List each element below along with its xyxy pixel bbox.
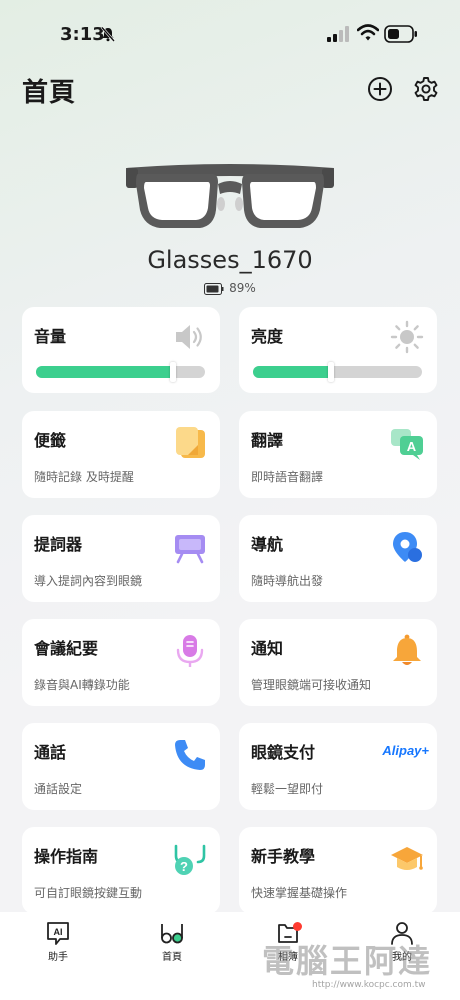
brightness-label: 亮度 <box>251 327 284 346</box>
page-title: 首頁 <box>22 78 77 108</box>
card-subtitle: 可自訂眼鏡按鍵互動 <box>34 886 143 900</box>
card-title: 會議紀要 <box>34 639 99 658</box>
navigation-card[interactable]: 導航 隨時導航出發 <box>239 515 437 602</box>
card-subtitle: 隨時導航出發 <box>251 574 324 588</box>
card-subtitle: 即時語音翻譯 <box>251 470 324 484</box>
svg-text:AI: AI <box>54 927 63 937</box>
sun-icon <box>390 320 424 354</box>
card-title: 新手教學 <box>251 847 316 866</box>
operation-guide-card[interactable]: 操作指南 可自訂眼鏡按鍵互動 ? <box>22 827 220 914</box>
status-bar: 3:13 <box>0 0 460 70</box>
gear-icon[interactable] <box>412 75 440 103</box>
alipay-logo: Alipay+ <box>382 743 429 758</box>
brightness-slider-thumb[interactable] <box>328 362 334 382</box>
meeting-notes-card[interactable]: 會議紀要 錄音與AI轉錄功能 <box>22 619 220 706</box>
card-title: 眼鏡支付 <box>251 743 316 762</box>
watermark-url: http://www.kocpc.com.tw <box>312 980 426 990</box>
notification-card[interactable]: 通知 管理眼鏡端可接收通知 <box>239 619 437 706</box>
glasses-device-image <box>126 164 334 228</box>
status-battery-icon <box>384 25 417 43</box>
phone-icon <box>175 740 205 770</box>
volume-label: 音量 <box>34 327 67 346</box>
tab-home[interactable]: 首頁 <box>142 920 202 963</box>
card-title: 便籤 <box>34 431 67 450</box>
glasses-pay-card[interactable]: 眼鏡支付 輕鬆一望即付 Alipay+ <box>239 723 437 810</box>
help-glasses-icon: ? <box>174 844 206 875</box>
volume-card: 音量 <box>22 307 220 393</box>
card-title: 翻譯 <box>251 431 284 450</box>
tab-label: 助手 <box>48 952 68 963</box>
brightness-slider-fill <box>253 366 331 378</box>
notes-icon <box>176 427 205 458</box>
card-title: 提詞器 <box>34 535 83 554</box>
volume-slider-thumb[interactable] <box>170 362 176 382</box>
teleprompter-card[interactable]: 提詞器 導入提詞內容到眼鏡 <box>22 515 220 602</box>
card-subtitle: 錄音與AI轉錄功能 <box>34 678 130 692</box>
card-title: 通知 <box>251 639 284 658</box>
card-title: 導航 <box>251 535 284 554</box>
svg-text:?: ? <box>180 859 188 874</box>
card-subtitle: 通話設定 <box>34 782 83 796</box>
tutorial-card[interactable]: 新手教學 快速掌握基礎操作 <box>239 827 437 914</box>
notification-dot <box>293 922 302 931</box>
graduation-cap-icon <box>391 847 423 870</box>
translate-card[interactable]: 翻譯 即時語音翻譯 A <box>239 411 437 498</box>
device-battery-percent: 89% <box>229 281 256 295</box>
card-subtitle: 管理眼鏡端可接收通知 <box>251 678 372 692</box>
device-battery: 89% <box>0 281 460 295</box>
volume-slider[interactable] <box>36 362 205 382</box>
card-title: 通話 <box>34 743 67 762</box>
speaker-icon <box>176 325 202 349</box>
wifi-icon <box>357 24 379 41</box>
card-subtitle: 隨時記錄 及時提醒 <box>34 470 134 484</box>
card-title: 操作指南 <box>34 847 99 866</box>
notes-card[interactable]: 便籤 隨時記錄 及時提醒 <box>22 411 220 498</box>
status-time: 3:13 <box>60 24 105 45</box>
brightness-card: 亮度 <box>239 307 437 393</box>
teleprompter-icon <box>175 535 205 564</box>
battery-icon <box>204 282 224 295</box>
card-subtitle: 快速掌握基礎操作 <box>251 886 348 900</box>
tab-assistant[interactable]: AI 助手 <box>28 920 88 963</box>
bottom-tab-bar: AI 助手 首頁 相簿 我的 電腦王阿達 http://www.kocpc.co… <box>0 912 460 1000</box>
card-subtitle: 導入提詞內容到眼鏡 <box>34 574 143 588</box>
call-card[interactable]: 通話 通話設定 <box>22 723 220 810</box>
bell-icon <box>393 634 421 665</box>
tab-label: 首頁 <box>162 952 182 963</box>
glasses-icon <box>161 924 183 944</box>
translate-icon: A <box>391 429 423 460</box>
navigation-icon <box>393 532 422 562</box>
svg-text:A: A <box>407 439 417 454</box>
add-device-button[interactable] <box>366 75 394 103</box>
cellular-signal-icon <box>327 26 349 42</box>
watermark: 電腦王阿達 <box>262 942 433 980</box>
brightness-slider[interactable] <box>253 362 422 382</box>
ai-assistant-icon: AI <box>47 922 69 945</box>
microphone-icon <box>176 635 204 667</box>
bell-off-icon <box>101 26 115 42</box>
volume-slider-fill <box>36 366 173 378</box>
card-subtitle: 輕鬆一望即付 <box>251 782 324 796</box>
device-name: Glasses_1670 <box>147 246 313 274</box>
